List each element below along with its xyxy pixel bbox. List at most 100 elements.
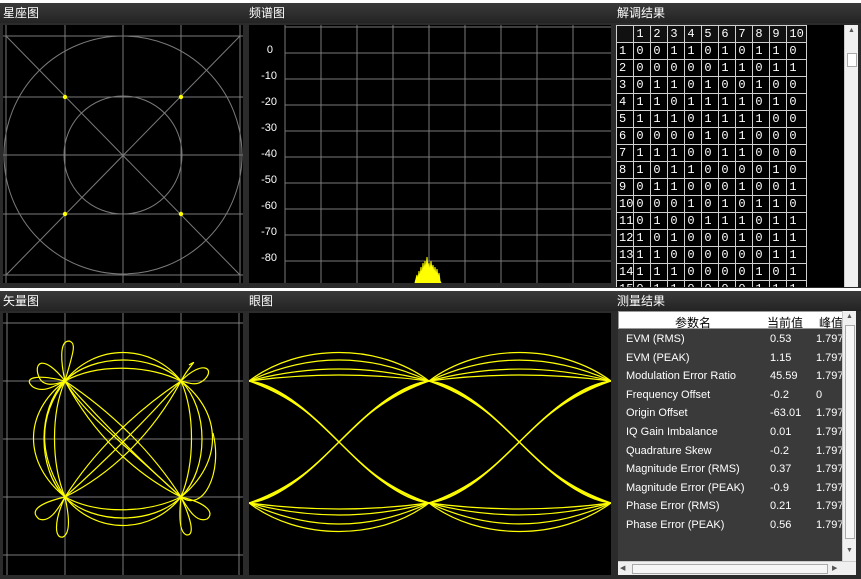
measure-title: 测量结果 xyxy=(614,291,861,311)
decode-bit-cell: 0 xyxy=(667,246,686,264)
decode-bit-cell: 1 xyxy=(650,246,669,264)
decode-panel: 解调结果 1 2 3 4 5 6 7 8 9 10 10011010110200… xyxy=(614,3,861,288)
measure-peak-value: 1.797 xyxy=(816,351,842,364)
measure-row[interactable]: Modulation Error Ratio 45.59 1.797 xyxy=(618,368,842,387)
measure-col-header-peak[interactable]: 峰值 xyxy=(819,314,842,331)
decode-bit-cell: 1 xyxy=(667,144,686,162)
measure-row[interactable]: Quadrature Skew -0.2 1.797 xyxy=(618,443,842,462)
decode-row-index: 6 xyxy=(616,127,635,145)
measure-current-value: 0.37 xyxy=(770,463,792,476)
measure-param-name: EVM (RMS) xyxy=(626,333,685,345)
measure-vertical-scrollbar[interactable]: ▲ ▼ xyxy=(842,311,856,561)
constellation-point xyxy=(178,211,184,217)
measure-row[interactable]: Origin Offset -63.01 1.797 xyxy=(618,405,842,424)
measure-param-name: Modulation Error Ratio xyxy=(626,370,737,383)
decode-bit-cell: 0 xyxy=(786,42,808,60)
decode-bit-cell: 1 xyxy=(650,76,669,94)
measure-header-row: 参数名 当前值 峰值 xyxy=(618,311,842,331)
measure-param-name: Phase Error (RMS) xyxy=(626,500,720,513)
decode-bit-cell: 1 xyxy=(786,178,808,196)
scroll-up-arrow-icon[interactable]: ▲ xyxy=(848,27,855,34)
measure-row[interactable]: Magnitude Error (PEAK) -0.9 1.797 xyxy=(618,480,842,499)
decode-bit-cell: 1 xyxy=(633,263,652,281)
decode-bit-cell: 0 xyxy=(633,178,652,196)
decode-bit-cell: 0 xyxy=(769,263,788,281)
decode-bit-cell: 0 xyxy=(701,42,720,60)
decode-bit-cell: 0 xyxy=(769,144,788,162)
decode-bit-cell: 1 xyxy=(786,280,808,287)
scroll-up-arrow-icon[interactable]: ▲ xyxy=(846,313,853,320)
measure-hscroll-thumb[interactable] xyxy=(632,564,828,574)
decode-bit-cell: 0 xyxy=(633,195,652,213)
decode-bit-cell: 0 xyxy=(718,280,737,287)
decode-bit-cell: 0 xyxy=(701,263,720,281)
decode-row: 14 1 1 1 0 0 0 0 1 0 1 xyxy=(616,263,808,281)
measure-row[interactable]: IQ Gain Imbalance 0.01 1.797 xyxy=(618,424,842,443)
measure-row[interactable]: EVM (PEAK) 1.15 1.797 xyxy=(618,350,842,369)
measure-horizontal-scrollbar[interactable]: ◀ ▶ xyxy=(618,561,856,575)
decode-table-area: 1 2 3 4 5 6 7 8 9 10 1001101011020000011… xyxy=(616,25,844,287)
decode-bit-cell: 0 xyxy=(718,161,737,179)
decode-bit-cell: 1 xyxy=(650,110,669,128)
decode-corner xyxy=(616,25,635,43)
measure-current-value: 45.59 xyxy=(770,370,798,383)
decode-bit-cell: 1 xyxy=(735,144,754,162)
decode-row-index: 11 xyxy=(616,212,635,230)
decode-bit-cell: 1 xyxy=(650,144,669,162)
constellation-svg xyxy=(3,25,243,283)
decode-bit-cell: 1 xyxy=(769,246,788,264)
spectrum-ytick: -80 xyxy=(261,252,277,264)
measure-col-header-param[interactable]: 参数名 xyxy=(675,314,711,331)
decode-bit-cell: 0 xyxy=(752,229,771,247)
spectrum-ytick: -40 xyxy=(261,148,277,160)
vector-svg xyxy=(3,313,243,575)
decode-bit-cell: 1 xyxy=(633,144,652,162)
decode-bit-cell: 0 xyxy=(701,246,720,264)
decode-bit-cell: 0 xyxy=(633,42,652,60)
decode-bit-cell: 1 xyxy=(633,229,652,247)
decode-bit-cell: 1 xyxy=(650,263,669,281)
measure-col-header-current[interactable]: 当前值 xyxy=(767,314,803,331)
decode-col-header: 1 xyxy=(633,25,652,43)
decode-bit-cell: 1 xyxy=(769,93,788,111)
decode-bit-cell: 1 xyxy=(650,93,669,111)
measure-row[interactable]: Frequency Offset -0.2 0 xyxy=(618,387,842,406)
decode-bit-cell: 1 xyxy=(667,263,686,281)
decode-bit-cell: 1 xyxy=(667,229,686,247)
decode-scroll-thumb[interactable] xyxy=(847,53,857,67)
decode-bit-cell: 0 xyxy=(684,263,703,281)
decode-bit-cell: 0 xyxy=(752,161,771,179)
measure-vscroll-thumb[interactable] xyxy=(845,325,855,539)
decode-bit-cell: 1 xyxy=(667,178,686,196)
decode-bit-cell: 0 xyxy=(718,127,737,145)
spectrum-ytick: -60 xyxy=(261,200,277,212)
decode-bit-cell: 0 xyxy=(684,212,703,230)
decode-col-header: 5 xyxy=(701,25,720,43)
decode-bit-cell: 0 xyxy=(701,59,720,77)
scroll-left-arrow-icon[interactable]: ◀ xyxy=(620,564,625,572)
decode-bit-cell: 1 xyxy=(684,195,703,213)
decode-bit-cell: 1 xyxy=(684,161,703,179)
decode-bit-cell: 1 xyxy=(718,212,737,230)
decode-bit-cell: 0 xyxy=(667,127,686,145)
measure-row[interactable]: Phase Error (PEAK) 0.56 1.797 xyxy=(618,517,842,536)
decode-bit-cell: 1 xyxy=(701,76,720,94)
measure-param-name: Quadrature Skew xyxy=(626,444,712,457)
spectrum-ytick: -50 xyxy=(261,174,277,186)
decode-bit-cell: 1 xyxy=(650,178,669,196)
decode-bit-cell: 0 xyxy=(701,195,720,213)
decode-bit-cell: 1 xyxy=(684,42,703,60)
scroll-right-arrow-icon[interactable]: ▶ xyxy=(832,564,837,572)
decode-row-index: 5 xyxy=(616,110,635,128)
measure-param-name: Frequency Offset xyxy=(626,388,711,401)
scroll-down-arrow-icon[interactable]: ▼ xyxy=(846,547,853,554)
measure-row[interactable]: EVM (RMS) 0.53 1.797 xyxy=(618,331,842,350)
measure-row[interactable]: Phase Error (RMS) 0.21 1.797 xyxy=(618,498,842,517)
decode-bit-cell: 0 xyxy=(650,229,669,247)
decode-bit-cell: 0 xyxy=(735,161,754,179)
measure-row[interactable]: Magnitude Error (RMS) 0.37 1.797 xyxy=(618,461,842,480)
constellation-point xyxy=(62,211,68,217)
decode-scrollbar[interactable]: ▲ xyxy=(844,25,858,287)
measure-peak-value: 1.797 xyxy=(816,444,842,457)
decode-bit-cell: 1 xyxy=(786,59,808,77)
